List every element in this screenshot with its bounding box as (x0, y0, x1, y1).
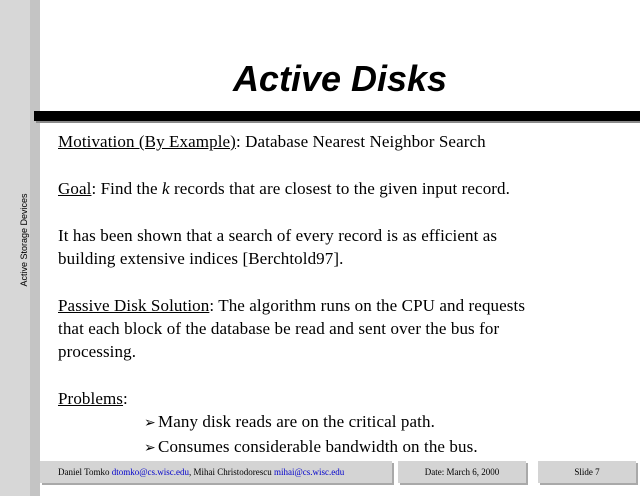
footer-authors: Daniel Tomko dtomko@cs.wisc.edu, Mihai C… (40, 461, 392, 483)
problems-label: Problems (58, 389, 124, 408)
passive-label: Passive Disk Solution (58, 296, 210, 315)
problems-list: ➢ Many disk reads are on the critical pat… (144, 410, 628, 460)
shown-line-1: It has been shown that a search of every… (58, 226, 498, 245)
motivation-label: Motivation (By Example) (58, 132, 236, 151)
problem-text: Many disk reads are on the critical path… (158, 412, 435, 431)
problems-heading: Problems: (58, 387, 628, 410)
motivation-text: : Database Nearest Neighbor Search (235, 132, 486, 151)
passive-line-3: processing. (58, 342, 137, 361)
arrow-bullet-icon: ➢ (144, 416, 156, 431)
goal-k: k (161, 179, 170, 198)
passive-line-2: that each block of the database be read … (58, 319, 500, 338)
slide-title: Active Disks (232, 58, 448, 99)
list-item: ➢ Many disk reads are on the critical pat… (144, 410, 628, 435)
shown-line-2: building extensive indices [Berchtold97]… (58, 249, 344, 268)
footer-slide-number: Slide 7 (538, 461, 636, 483)
arrow-bullet-icon: ➢ (144, 441, 156, 456)
sidebar-edge (30, 0, 40, 496)
problems-colon: : (123, 389, 128, 408)
motivation-paragraph: Motivation (By Example): Database Neares… (58, 130, 628, 153)
footer-email-2[interactable]: mihai@cs.wisc.edu (274, 467, 344, 477)
footer-author-1: Daniel Tomko (58, 467, 112, 477)
goal-label: Goal (58, 179, 92, 198)
slide-content: Motivation (By Example): Database Neares… (58, 130, 628, 460)
shown-paragraph: It has been shown that a search of every… (58, 224, 628, 270)
goal-paragraph: Goal: Find the k records that are closes… (58, 177, 628, 200)
passive-line-1: : The algorithm runs on the CPU and requ… (209, 296, 526, 315)
list-item: ➢ Consumes considerable bandwidth on the … (144, 435, 628, 460)
goal-text-after: records that are closest to the given in… (169, 179, 511, 198)
footer-separator: , Mihai Christodorescu (188, 467, 274, 477)
side-vertical-label: Active Storage Devices (19, 193, 29, 287)
title-divider (34, 111, 640, 121)
goal-text-before: : Find the (91, 179, 162, 198)
passive-paragraph: Passive Disk Solution: The algorithm run… (58, 294, 628, 363)
problem-text: Consumes considerable bandwidth on the b… (158, 437, 478, 456)
footer-email-1[interactable]: dtomko@cs.wisc.edu (112, 467, 189, 477)
footer-date: Date: March 6, 2000 (398, 461, 526, 483)
